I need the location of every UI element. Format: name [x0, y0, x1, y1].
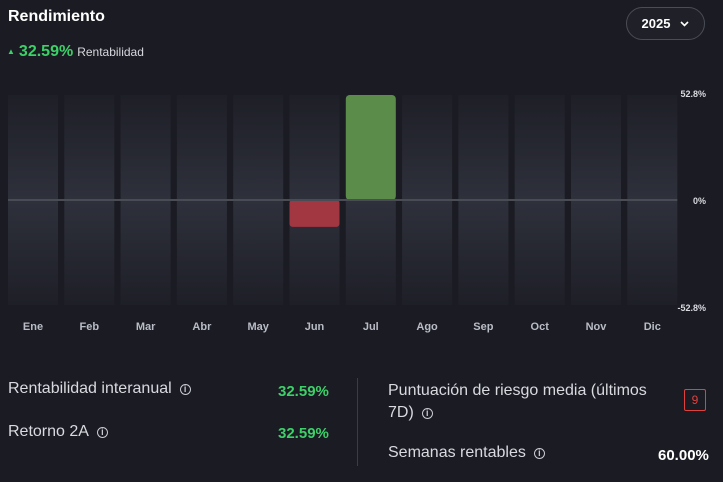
year-selector-value: 2025: [641, 16, 671, 31]
bar-track-oct: [514, 200, 565, 305]
bar-track-jun: [289, 95, 340, 200]
x-tick-label: Abr: [192, 321, 212, 333]
risk-score-badge: 9: [684, 389, 706, 411]
x-tick-label: Ago: [416, 321, 438, 333]
bar-track-ago: [402, 95, 453, 200]
stats-divider: [357, 378, 358, 466]
stat-profitable-weeks-value: 60.00%: [658, 447, 709, 464]
performance-label: Rentabilidad: [77, 45, 144, 59]
x-tick-label: May: [247, 321, 269, 333]
stat-risk-score-label-line2: 7D): [388, 404, 414, 421]
page-title: Rendimiento: [8, 8, 105, 25]
up-arrow-icon: ▲: [7, 47, 15, 56]
stat-annual-return-label: Rentabilidad interanual: [8, 380, 172, 397]
bar-track-may: [233, 200, 284, 305]
performance-summary: ▲ 32.59% Rentabilidad: [7, 43, 144, 61]
info-icon[interactable]: i: [179, 383, 191, 395]
bar-track-sep: [458, 200, 509, 305]
bar-track-dic: [627, 95, 678, 200]
bar-track-oct: [514, 95, 565, 200]
x-tick-label: Sep: [473, 321, 493, 333]
x-tick-label: Ene: [23, 321, 43, 333]
bar-track-feb: [64, 95, 115, 200]
year-selector-button[interactable]: 2025: [626, 7, 705, 40]
stat-return-2a: Retorno 2A i: [8, 423, 108, 441]
y-tick-label: 0%: [693, 196, 706, 206]
chevron-down-icon: [680, 20, 690, 27]
y-tick-label: -52.8%: [677, 303, 706, 313]
x-tick-label: Jun: [305, 321, 325, 333]
info-icon[interactable]: i: [421, 407, 433, 419]
bar-track-jul: [345, 200, 396, 305]
performance-value: 32.59%: [18, 43, 74, 60]
stat-return-2a-value: 32.59%: [278, 425, 329, 442]
x-tick-label: Feb: [80, 321, 100, 333]
monthly-performance-chart: Ene Feb Mar Abr May Jun Jul Ago Sep Oct Nov Dic 52.8…: [8, 89, 706, 333]
bar-track-mar: [120, 200, 171, 305]
bar-track-sep: [458, 95, 509, 200]
stat-return-2a-label: Retorno 2A: [8, 423, 89, 440]
bar-track-nov: [571, 95, 621, 200]
bar-track-mar: [120, 95, 171, 200]
bar-track-nov: [571, 200, 621, 305]
stat-profitable-weeks: Semanas rentables i: [388, 444, 545, 462]
bar-track-ene: [8, 95, 58, 200]
bar-track-abr: [176, 200, 227, 305]
y-tick-label: 52.8%: [680, 89, 706, 99]
stat-profitable-weeks-label: Semanas rentables: [388, 444, 526, 461]
bar-track-dic: [627, 200, 678, 305]
x-tick-label: Jul: [363, 321, 379, 333]
bar-jul: [345, 95, 396, 200]
info-icon[interactable]: i: [96, 426, 108, 438]
bar-track-ene: [8, 200, 58, 305]
x-tick-label: Mar: [136, 321, 156, 333]
bar-track-ago: [402, 200, 453, 305]
x-tick-label: Dic: [644, 321, 661, 333]
info-icon[interactable]: i: [533, 447, 545, 459]
x-tick-label: Oct: [531, 321, 550, 333]
bar-track-abr: [176, 95, 227, 200]
x-tick-label: Nov: [586, 321, 608, 333]
bar-jun: [289, 200, 340, 227]
stat-annual-return: Rentabilidad interanual i: [8, 380, 191, 398]
bar-track-may: [233, 95, 284, 200]
stat-risk-score: Puntuación de riesgo media (últimos 7D) …: [388, 380, 647, 424]
bar-track-feb: [64, 200, 115, 305]
stat-risk-score-label-line1: Puntuación de riesgo media (últimos: [388, 382, 647, 399]
stat-annual-return-value: 32.59%: [278, 383, 329, 400]
stats-panel: Rentabilidad interanual i 32.59% Retorno…: [0, 370, 723, 480]
